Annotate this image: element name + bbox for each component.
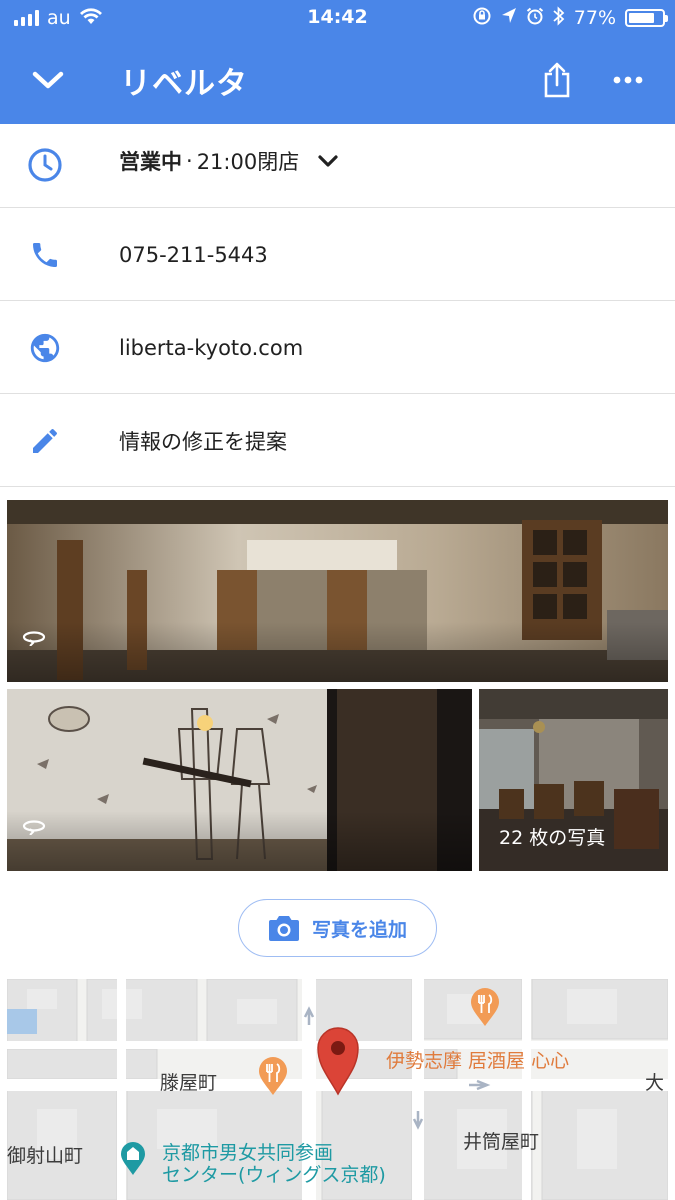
place-title: リベルタ [120,66,248,102]
phone-number: 075-211-5443 [119,242,268,267]
pencil-icon [26,422,64,460]
phone-row[interactable]: 075-211-5443 [0,208,675,301]
share-button[interactable] [533,56,581,104]
panorama-360-icon [21,819,47,839]
battery-icon [625,9,668,27]
globe-icon [26,329,64,367]
website-row[interactable]: liberta-kyoto.com [0,301,675,394]
battery-percent: 77% [573,7,616,29]
map-preview[interactable]: 滕屋町 伊勢志摩 居酒屋 心心 大 御射山町 井筒屋町 京都市男女共同参画 セン… [7,979,668,1200]
civic-label-line1: 京都市男女共同参画 [162,1142,334,1164]
status-bar: au 14:42 77% [0,0,675,36]
bluetooth-icon [553,5,565,31]
map-label-civic-center: 京都市男女共同参画 センター(ウィングス京都) [162,1142,386,1186]
map-label-restaurant: 伊勢志摩 居酒屋 心心 [386,1050,570,1072]
place-pin-icon[interactable] [316,1026,360,1100]
phone-icon [26,236,64,274]
closing-time: 21:00閉店 [196,150,300,174]
restaurant-poi-icon[interactable] [258,1057,288,1101]
alarm-icon [526,7,544,30]
restaurant-poi-icon[interactable] [470,988,500,1032]
chevron-down-icon [32,71,64,89]
more-photos-tile[interactable]: 22 枚の写真 [479,689,668,871]
suggest-edit-label: 情報の修正を提案 [119,429,287,454]
camera-icon [268,916,299,941]
add-photo-label: 写真を追加 [311,918,407,941]
share-icon [544,62,570,98]
panorama-360-icon [21,630,47,650]
photo-count-label: 22 枚の写真 [499,827,606,849]
website-link: liberta-kyoto.com [119,335,304,360]
hours-text: 営業中 · 21:00閉店 [119,124,339,198]
map-label-area: 滕屋町 [160,1072,218,1094]
suggest-edit-row[interactable]: 情報の修正を提案 [0,394,675,487]
wall-art-photo[interactable] [7,689,472,871]
app-bar: リベルタ [0,36,675,124]
add-photo-button[interactable]: 写真を追加 [238,899,437,957]
map-label-area: 井筒屋町 [463,1131,540,1153]
clock-icon [26,146,64,184]
civic-label-line2: センター(ウィングス京都) [162,1164,386,1186]
photo-gradient [7,811,472,871]
map-label-area: 大 [645,1072,665,1094]
open-status: 営業中 [119,150,182,174]
location-arrow-icon [501,7,517,30]
interior-photo-wide[interactable] [7,500,668,682]
civic-poi-icon[interactable] [120,1141,146,1181]
orientation-lock-icon [472,6,492,31]
photo-gradient [7,622,668,682]
map-label-area: 御射山町 [7,1145,84,1167]
collapse-button[interactable] [24,56,72,104]
hours-separator: · [186,149,193,173]
hours-row[interactable]: 営業中 · 21:00閉店 [0,124,675,208]
expand-hours-chevron-icon[interactable] [317,154,339,168]
more-options-button[interactable] [604,56,652,104]
more-horiz-icon [613,76,643,84]
status-right: 77% [472,5,668,31]
